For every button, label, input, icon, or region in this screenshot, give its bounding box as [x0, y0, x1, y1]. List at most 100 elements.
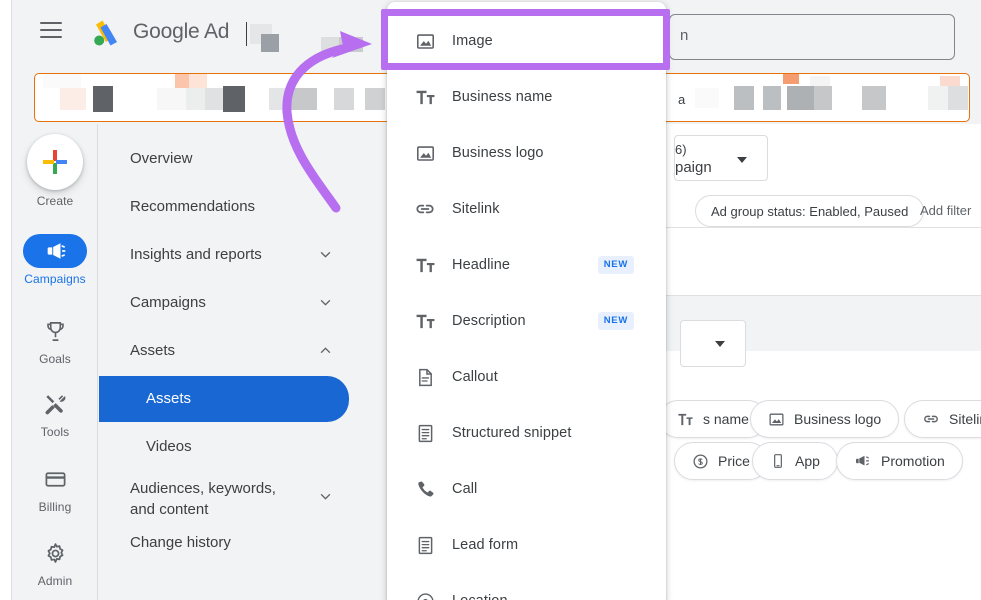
rail-item-label: Billing	[38, 500, 72, 514]
link-icon	[924, 415, 938, 423]
asset-type-chip-app[interactable]: App	[752, 442, 838, 480]
sidebar-item-overview[interactable]: Overview	[99, 137, 393, 181]
status-filter-chip-label: Ad group status: Enabled, Paused	[711, 203, 909, 219]
rail-item-tools[interactable]: Tools	[12, 387, 98, 439]
menu-item-business-name[interactable]: Business name	[387, 69, 666, 125]
redaction-block	[365, 88, 385, 110]
redaction-block	[814, 86, 832, 110]
menu-item-sitelink[interactable]: Sitelink	[387, 181, 666, 237]
redaction-block	[291, 88, 317, 110]
price-tag-icon	[693, 453, 708, 469]
menu-item-label: Business name	[452, 89, 553, 105]
sidebar-item-videos[interactable]: Videos	[99, 425, 393, 469]
chevron-down-icon	[320, 493, 331, 500]
sidebar-item-campaigns[interactable]: Campaigns	[99, 281, 393, 325]
google-ads-logo-icon	[91, 18, 125, 48]
redaction-block	[60, 88, 86, 110]
rail-item-admin[interactable]: Admin	[12, 536, 98, 588]
add-filter-button[interactable]: Add filter	[920, 203, 971, 218]
redaction-block	[810, 76, 830, 86]
chevron-up-icon	[320, 347, 331, 354]
menu-item-business-logo[interactable]: Business logo	[387, 125, 666, 181]
redaction-block	[175, 74, 189, 88]
business-name-icon	[678, 413, 693, 425]
image-icon	[414, 30, 436, 52]
menu-item-description[interactable]: Description NEW	[387, 293, 666, 349]
redaction-block	[43, 74, 81, 88]
redaction-block	[763, 86, 781, 110]
campaign-scope-dropdown[interactable]: 6) paign	[674, 135, 768, 181]
location-target-icon	[414, 590, 436, 600]
redaction-block	[783, 74, 799, 84]
mobile-phone-icon	[774, 454, 782, 468]
chevron-down-icon	[737, 157, 747, 163]
chevron-down-icon	[715, 341, 725, 347]
status-filter-chip[interactable]: Ad group status: Enabled, Paused	[695, 195, 925, 227]
asset-type-chip-label: Price	[718, 453, 750, 469]
banner-text-fragment: a	[678, 92, 686, 107]
redaction-block	[734, 86, 754, 110]
new-badge: NEW	[597, 256, 634, 274]
menu-item-location[interactable]: Location	[387, 573, 666, 600]
sidebar-item-label: Change history	[130, 534, 231, 551]
asset-type-dropdown[interactable]	[680, 320, 746, 367]
asset-type-chip-sitelink[interactable]: Sitelink	[904, 400, 981, 438]
asset-type-chip-promotion[interactable]: Promotion	[836, 442, 963, 480]
search-input[interactable]: n	[669, 14, 955, 60]
menu-item-callout[interactable]: Callout	[387, 349, 666, 405]
sidebar-item-assets[interactable]: Assets	[99, 376, 349, 422]
sidebar-item-assets-group[interactable]: Assets	[99, 329, 393, 373]
menu-item-label: Headline	[452, 257, 511, 273]
rail-item-campaigns[interactable]: Campaigns	[12, 234, 98, 286]
asset-type-chip-business-logo[interactable]: Business logo	[750, 400, 900, 438]
sidebar-item-recommendations[interactable]: Recommendations	[99, 185, 393, 229]
new-badge: NEW	[597, 312, 634, 330]
menu-item-label: Description	[452, 313, 526, 329]
asset-type-chip-label: Business logo	[794, 411, 882, 427]
rail-item-label: Admin	[37, 574, 73, 588]
secondary-nav: Overview Recommendations Insights and re…	[99, 124, 393, 600]
asset-type-chip-label: Promotion	[881, 453, 945, 469]
redaction-block	[189, 74, 207, 88]
menu-item-label: Business logo	[452, 145, 544, 161]
document-lines-icon	[414, 422, 436, 444]
menu-item-label: Sitelink	[452, 201, 500, 217]
chevron-down-icon	[320, 299, 331, 306]
gear-icon	[27, 536, 83, 570]
menu-item-label: Image	[452, 33, 493, 49]
menu-item-image[interactable]: Image	[387, 13, 666, 69]
redaction-block	[223, 86, 245, 112]
rail-item-label: Create	[36, 194, 74, 208]
sidebar-item-change-history[interactable]: Change history	[99, 521, 393, 565]
sidebar-item-label: Audiences, keywords, and content	[130, 480, 276, 518]
campaign-scope-line2: paign	[675, 159, 712, 176]
redaction-block	[334, 88, 354, 110]
rail-item-label: Tools	[40, 425, 70, 439]
chevron-down-icon	[320, 251, 331, 258]
redaction-block	[186, 88, 205, 110]
asset-type-dropdown-menu: Image Business name Business logo Siteli…	[387, 2, 666, 600]
sidebar-item-label: Campaigns	[130, 294, 206, 311]
redaction-block	[928, 86, 948, 110]
asset-type-chip-label: s name	[703, 411, 749, 427]
redaction-block	[157, 88, 187, 110]
hamburger-menu-icon[interactable]	[40, 22, 62, 38]
menu-item-call[interactable]: Call	[387, 461, 666, 517]
brand-title: Google Ad	[133, 20, 230, 43]
rail-item-billing[interactable]: Billing	[12, 462, 98, 514]
plus-icon	[27, 134, 83, 190]
menu-item-lead-form[interactable]: Lead form	[387, 517, 666, 573]
sidebar-item-insights-and-reports[interactable]: Insights and reports	[99, 233, 393, 277]
sidebar-item-label: Recommendations	[130, 198, 256, 215]
redaction-block	[787, 86, 815, 110]
rail-item-label: Campaigns	[24, 272, 86, 286]
menu-item-headline[interactable]: Headline NEW	[387, 237, 666, 293]
redaction-block	[695, 88, 719, 108]
text-cursor	[246, 22, 247, 46]
megaphone-icon	[23, 234, 87, 268]
tools-icon	[27, 387, 83, 421]
sidebar-item-label: Assets	[146, 390, 192, 407]
menu-item-structured-snippet[interactable]: Structured snippet	[387, 405, 666, 461]
rail-item-goals[interactable]: Goals	[12, 314, 98, 366]
rail-item-create[interactable]: Create	[12, 134, 98, 208]
